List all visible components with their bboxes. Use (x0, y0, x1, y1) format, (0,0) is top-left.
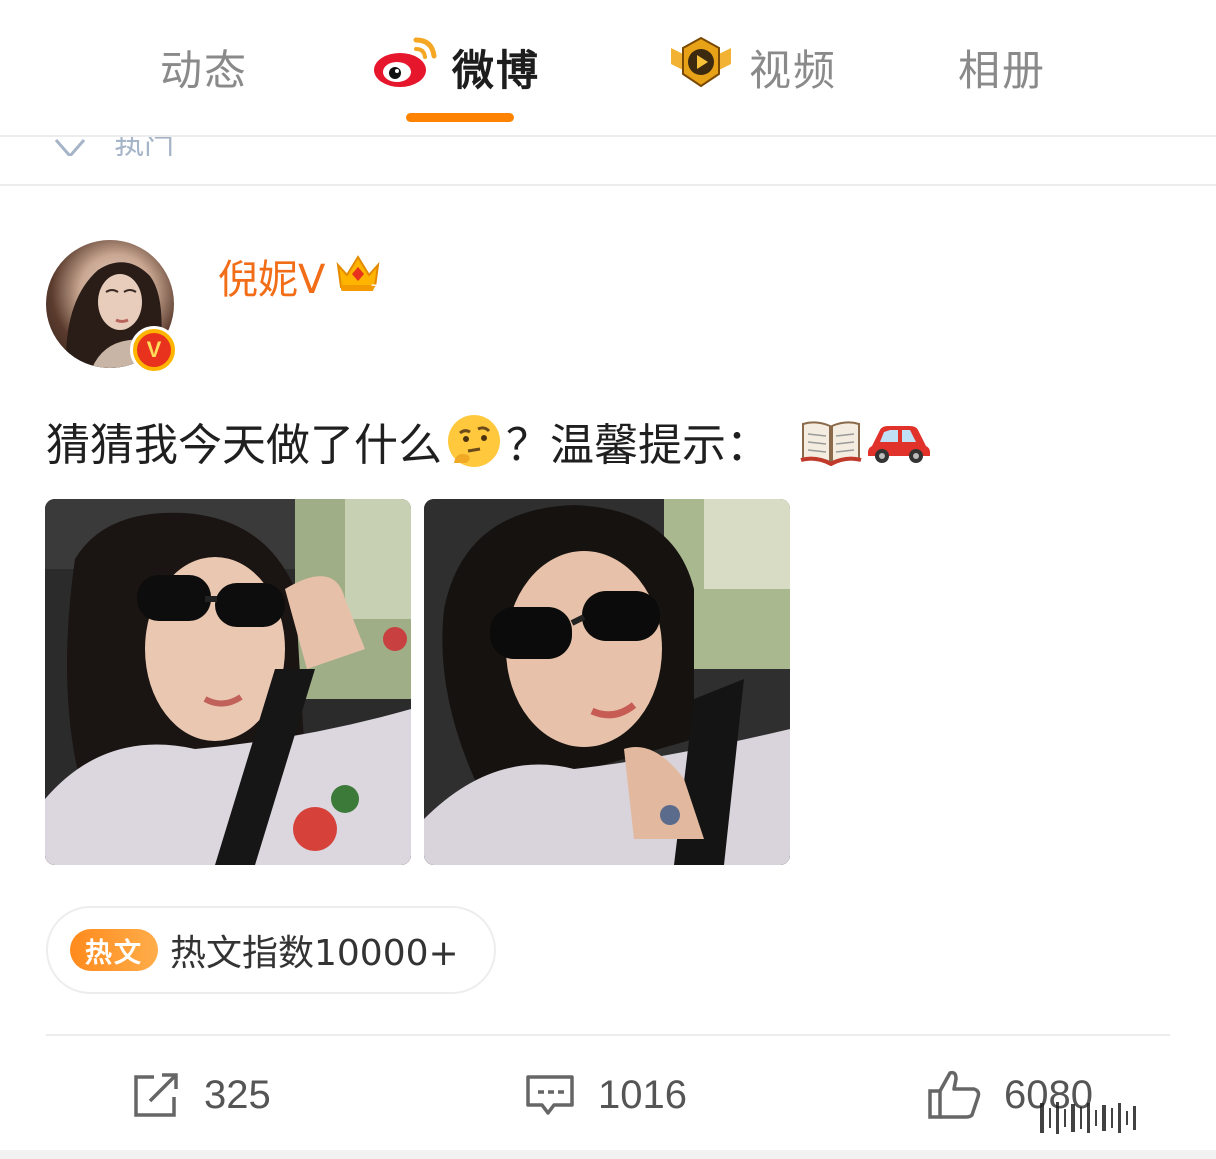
crown-icon: 7 (333, 247, 383, 305)
watermark-barcode (1040, 1100, 1136, 1136)
hot-index-text: 热文指数10000+ (170, 933, 459, 974)
repost-icon (130, 1071, 182, 1119)
comment-button[interactable]: 1016 (524, 1066, 687, 1124)
tab-weibo[interactable]: 微博 (372, 36, 540, 98)
section-divider (0, 184, 1216, 186)
post-text-part2: ？温馨提示： (506, 420, 770, 471)
verified-badge: V (130, 326, 178, 374)
thumbs-up-icon (926, 1069, 982, 1121)
post-author[interactable]: 倪妮V 7 (218, 248, 383, 304)
tab-weibo-label: 微博 (452, 45, 541, 95)
svg-text:7: 7 (371, 282, 378, 295)
video-play-badge-icon (667, 34, 735, 100)
weibo-profile-page: 热门 动态 微博 视频 相册 V 倪妮V 7 猜猜我今天做了什么 ？温馨提示： … (0, 0, 1216, 1159)
verified-badge-letter: V (137, 333, 171, 367)
post-text: 猜猜我今天做了什么 ？温馨提示： (46, 408, 934, 474)
top-tab-bar: 动态 微博 视频 相册 (0, 0, 1216, 137)
post-photo-2[interactable] (424, 499, 790, 865)
tab-album[interactable]: 相册 (958, 36, 1046, 98)
hot-article-pill[interactable]: 热文 热文指数10000+ (46, 906, 496, 994)
tab-video-label: 视频 (749, 45, 838, 95)
comment-count: 1016 (598, 1072, 687, 1117)
tab-dynamic[interactable]: 动态 (160, 36, 248, 98)
tab-album-label: 相册 (958, 45, 1047, 95)
comment-icon (524, 1071, 576, 1119)
post-photo-1[interactable] (45, 499, 411, 865)
username-text: 倪妮V (218, 257, 326, 303)
weibo-logo-icon (372, 34, 438, 100)
active-tab-indicator (406, 113, 514, 122)
open-book-emoji (800, 416, 862, 466)
red-car-emoji (866, 418, 932, 464)
tab-dynamic-label: 动态 (160, 45, 249, 95)
hot-tag: 热文 (70, 929, 158, 971)
post-text-part1: 猜猜我今天做了什么 (46, 420, 442, 471)
repost-count: 325 (204, 1072, 271, 1117)
tab-video[interactable]: 视频 (667, 36, 837, 98)
thinking-face-emoji (444, 411, 504, 471)
bottom-separator (0, 1150, 1216, 1159)
repost-button[interactable]: 325 (130, 1066, 271, 1124)
footer-divider (46, 1034, 1170, 1036)
